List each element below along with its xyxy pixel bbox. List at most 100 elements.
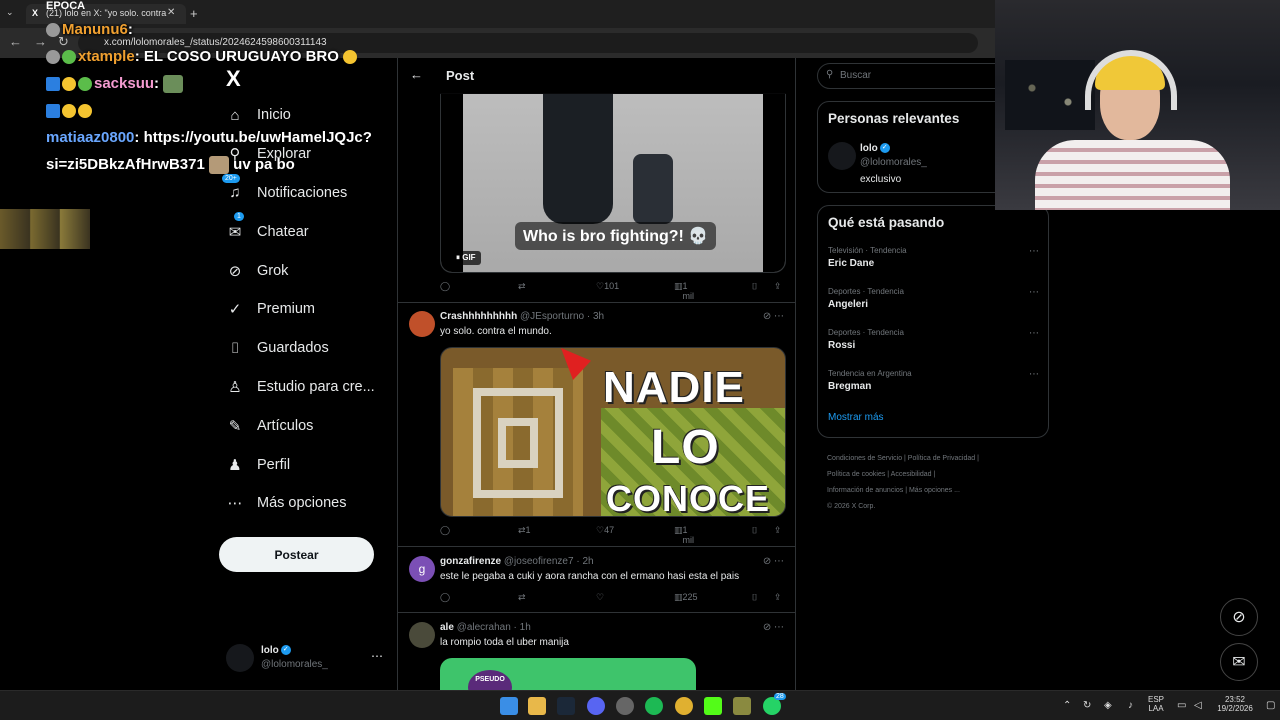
grok-icon[interactable]: ⊘ — [763, 311, 771, 322]
footer-link-row[interactable]: Política de cookies | Accesibilidad | — [827, 467, 1047, 483]
tray-defender-icon[interactable]: ◈ — [1104, 700, 1112, 711]
more-icon[interactable]: ⋯ — [774, 556, 784, 567]
reply-time: 3h — [592, 311, 605, 322]
messages-float-button[interactable]: ✉ — [1220, 643, 1258, 681]
footer-link-row[interactable]: Condiciones de Servicio | Política de Pr… — [827, 451, 1047, 467]
sidebar-item-notificaciones[interactable]: ♫ 20+ Notificaciones — [222, 173, 392, 213]
footer-link-row[interactable]: Información de anuncios | Más opciones .… — [827, 483, 1047, 499]
trend-category: Deportes · Tendencia — [828, 287, 904, 296]
relevant-name[interactable]: lolo — [860, 143, 878, 154]
sidebar-item-grok[interactable]: ⊘ Grok — [222, 251, 392, 290]
grok-icon[interactable]: ⊘ — [763, 556, 771, 567]
avatar — [226, 644, 254, 672]
view-count: 225 — [682, 592, 698, 602]
tweet-head-row: Crashhhhhhhhh @JEsporturno · 3h — [440, 311, 604, 322]
retweet-icon[interactable]: ⇄ — [518, 592, 526, 603]
date: 19/2/2026 — [1217, 704, 1253, 713]
like-button[interactable]: ♡ 101 — [596, 281, 619, 292]
more-icon[interactable]: ⋯ — [1029, 369, 1039, 380]
media-text: PSEUDO — [468, 670, 512, 690]
bookmark-icon[interactable]: ⌷ — [752, 281, 757, 292]
gif-scene: Who is bro fighting?! 💀 — [463, 94, 765, 272]
reply-time-sep: · — [576, 556, 580, 567]
more-icon[interactable]: ⋯ — [774, 311, 784, 322]
spotify-icon[interactable] — [645, 697, 663, 715]
reply-icon[interactable]: ◯ — [440, 281, 450, 292]
app-icon[interactable] — [733, 697, 751, 715]
reply-icon[interactable]: ◯ — [440, 525, 450, 536]
show-more-link[interactable]: Mostrar más — [828, 412, 884, 423]
post-button[interactable]: Postear — [219, 537, 374, 572]
chat-text: si=zi5DBkzAfHrwB371 — [46, 156, 205, 173]
pause-icon[interactable]: ⏸ — [456, 253, 460, 262]
account-more-icon[interactable]: ⋯ — [371, 649, 383, 663]
sidebar-item-articulos[interactable]: ✎ Artículos — [222, 406, 392, 445]
retweet-button[interactable]: ⇄ 1 — [518, 525, 531, 536]
start-icon[interactable] — [500, 697, 518, 715]
avatar[interactable] — [828, 142, 856, 170]
trend-item[interactable]: Deportes · Tendencia Rossi ⋯ — [828, 328, 1043, 360]
back-arrow-icon[interactable]: ← — [9, 34, 22, 49]
reply-handle: @joseofirenze7 — [503, 556, 574, 567]
steam-icon[interactable] — [557, 697, 575, 715]
bookmark-icon[interactable]: ⌷ — [752, 525, 757, 536]
clock[interactable]: 23:52 19/2/2026 — [1212, 695, 1258, 713]
sidebar-item-chatear[interactable]: ✉ 1 Chatear — [222, 212, 392, 251]
reply-icon[interactable]: ◯ — [440, 592, 450, 603]
notification-icon[interactable]: ▢ — [1266, 700, 1275, 711]
more-icon[interactable]: ⋯ — [1029, 328, 1039, 339]
back-arrow-icon[interactable]: ← — [410, 67, 423, 82]
share-icon[interactable]: ⇪ — [774, 525, 782, 536]
more-icon[interactable]: ⋯ — [774, 622, 784, 633]
volume-icon[interactable]: ◁ — [1194, 700, 1202, 711]
share-icon[interactable]: ⇪ — [774, 592, 782, 603]
verified-badge-icon: ✓ — [879, 143, 890, 154]
chrome-icon[interactable] — [675, 697, 693, 715]
sidebar-item-guardados[interactable]: ⌷ Guardados — [222, 329, 392, 368]
lang-bottom: LAA — [1148, 704, 1164, 713]
sidebar-item-label: Grok — [257, 262, 289, 279]
discord-icon[interactable] — [587, 697, 605, 715]
reply-text: yo solo. contra el mundo. — [440, 326, 552, 337]
input-language[interactable]: ESP LAA — [1148, 695, 1164, 713]
verified-badge-icon: ✓ — [280, 645, 291, 656]
obs-icon[interactable] — [616, 697, 634, 715]
reply-author: gonzafirenze — [440, 556, 502, 567]
network-icon[interactable]: ▭ — [1177, 700, 1186, 711]
sidebar-item-premium[interactable]: ✓ Premium — [222, 290, 392, 329]
gif-media[interactable]: Who is bro fighting?! 💀 ⏸ GIF — [440, 93, 786, 273]
reply-image[interactable]: NADIE LO CONOCE — [440, 347, 786, 517]
views-button[interactable]: ▥ 1 mil — [674, 281, 694, 301]
sidebar-item-estudio[interactable]: ♙ Estudio para cre... — [222, 368, 392, 407]
more-icon[interactable]: ⋯ — [1029, 246, 1039, 257]
tray-mic-icon[interactable]: ♪ — [1128, 700, 1133, 711]
sidebar-item-perfil[interactable]: ♟ Perfil — [222, 445, 392, 484]
grok-icon[interactable]: ⊘ — [763, 622, 771, 633]
tab-list-chevron-icon[interactable]: ⌄ — [6, 7, 14, 18]
account-switcher[interactable]: lolo ✓ @lolomorales_ ⋯ — [226, 644, 386, 674]
file-explorer-icon[interactable] — [528, 697, 546, 715]
views-button[interactable]: ▥ 1 mil — [674, 525, 694, 545]
sidebar-item-label: Artículos — [257, 417, 314, 434]
tray-chevron-icon[interactable]: ⌃ — [1063, 700, 1071, 711]
trend-item[interactable]: Tendencia en Argentina Bregman ⋯ — [828, 369, 1043, 401]
reply-image[interactable]: PSEUDO — [440, 658, 696, 690]
like-icon[interactable]: ♡ — [596, 592, 604, 603]
grok-float-button[interactable]: ⊘ — [1220, 598, 1258, 636]
bookmark-icon[interactable]: ⌷ — [752, 592, 757, 603]
reply-time: 2h — [582, 556, 594, 567]
pepe-emote-icon — [163, 75, 184, 94]
divider — [398, 302, 795, 303]
gif-figure-2 — [633, 154, 673, 224]
sidebar-item-mas-opciones[interactable]: ⋯ Más opciones — [222, 484, 392, 523]
kick-icon[interactable] — [704, 697, 722, 715]
trend-item[interactable]: Deportes · Tendencia Angeleri ⋯ — [828, 287, 1043, 319]
more-icon[interactable]: ⋯ — [1029, 287, 1039, 298]
trend-item[interactable]: Televisión · Tendencia Eric Dane ⋯ — [828, 246, 1043, 278]
share-icon[interactable]: ⇪ — [774, 281, 782, 292]
reply-author: ale — [440, 622, 454, 633]
retweet-icon[interactable]: ⇄ — [518, 281, 526, 292]
views-button[interactable]: ▥ 225 — [674, 592, 698, 603]
like-button[interactable]: ♡ 47 — [596, 525, 614, 536]
tray-sync-icon[interactable]: ↻ — [1083, 700, 1091, 711]
